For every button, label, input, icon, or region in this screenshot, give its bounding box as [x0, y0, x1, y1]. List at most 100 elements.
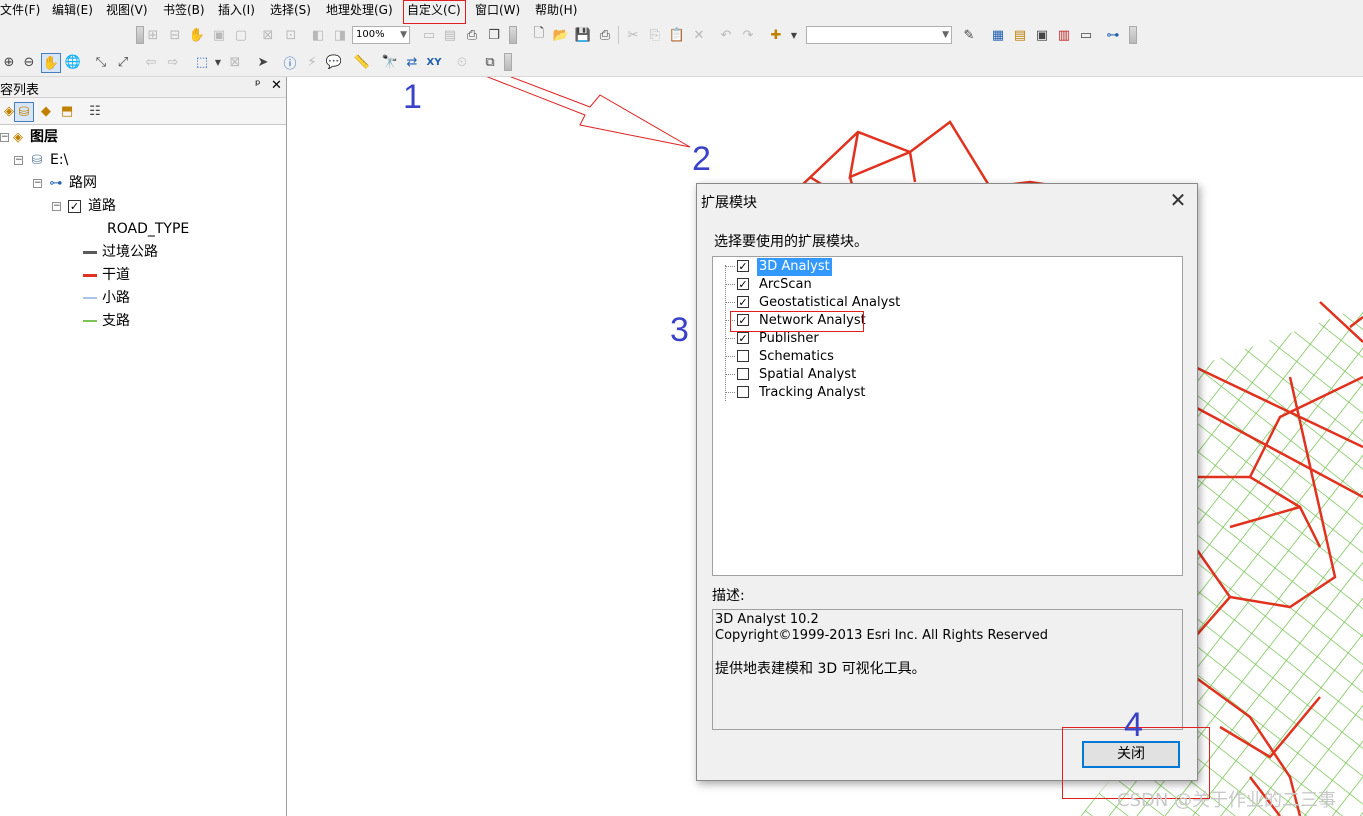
- paste-icon[interactable]: 📋: [668, 26, 686, 44]
- zoom-out-fixed-icon[interactable]: ⊟: [166, 26, 184, 44]
- layer-visibility-checkbox[interactable]: ✓: [68, 200, 81, 213]
- toc-layer-roads[interactable]: 道路: [88, 197, 116, 215]
- focus-frame-icon[interactable]: ▤: [441, 26, 459, 44]
- extension-row-tracking-analyst[interactable]: Tracking Analyst: [713, 384, 1013, 402]
- menu-file[interactable]: 文件(F): [0, 2, 40, 19]
- find-icon[interactable]: 🔭: [381, 53, 399, 71]
- go-back-icon[interactable]: ⇦: [142, 53, 160, 71]
- close-icon[interactable]: ✕: [271, 78, 282, 93]
- zoom-in-icon[interactable]: ⊕: [0, 53, 18, 71]
- delete-icon[interactable]: ✕: [690, 26, 708, 44]
- fixed-zoom-out-map-icon[interactable]: ⤢: [114, 53, 132, 71]
- pan-page-icon[interactable]: ✋: [188, 26, 206, 44]
- toc-root-layers[interactable]: 图层: [30, 128, 58, 146]
- extension-checkbox[interactable]: [737, 350, 749, 362]
- pan-icon[interactable]: ✋: [41, 53, 61, 73]
- toc-workspace[interactable]: E:\: [50, 151, 68, 169]
- print-icon[interactable]: ⎙: [596, 26, 614, 44]
- open-folder-icon[interactable]: 📂: [552, 26, 570, 44]
- toggle-draft-icon[interactable]: ▭: [420, 26, 438, 44]
- hyperlink-icon[interactable]: ⚡: [303, 53, 321, 71]
- copy-icon[interactable]: ⎘: [646, 26, 664, 44]
- collapse-icon[interactable]: −: [14, 156, 23, 165]
- zoom-whole-page-icon[interactable]: ▣: [210, 26, 228, 44]
- collapse-icon[interactable]: −: [0, 133, 9, 142]
- legend-label[interactable]: 过境公路: [102, 243, 158, 261]
- undo-icon[interactable]: ↶: [717, 26, 735, 44]
- clear-selection-icon[interactable]: ⊠: [226, 53, 244, 71]
- menu-help[interactable]: 帮助(H): [535, 2, 577, 19]
- cut-icon[interactable]: ✂: [624, 26, 642, 44]
- save-icon[interactable]: 💾: [574, 26, 592, 44]
- toc-dataset[interactable]: 路网: [69, 174, 97, 192]
- create-viewer-window-icon[interactable]: ⧉: [481, 53, 499, 71]
- editor-toolbar-icon[interactable]: ✎: [960, 26, 978, 44]
- new-document-icon[interactable]: 🗋: [530, 26, 548, 44]
- measure-icon[interactable]: 📏: [353, 53, 371, 71]
- catalog-window-icon[interactable]: ▤: [1011, 26, 1029, 44]
- menu-bookmarks[interactable]: 书签(B): [163, 2, 205, 19]
- search-window-icon[interactable]: ▣: [1033, 26, 1051, 44]
- extension-checkbox[interactable]: ✓: [737, 296, 749, 308]
- extension-checkbox[interactable]: ✓: [737, 260, 749, 272]
- data-driven-pages-icon[interactable]: ❐: [485, 26, 503, 44]
- collapse-icon[interactable]: −: [52, 202, 61, 211]
- identify-icon[interactable]: ⓘ: [281, 53, 299, 72]
- toc-window-icon[interactable]: ▦: [989, 26, 1007, 44]
- find-route-icon[interactable]: ⇄: [403, 53, 421, 71]
- extensions-list[interactable]: ✓ 3D Analyst ✓ ArcScan ✓ Geostatistical …: [712, 256, 1183, 576]
- forward-extent-icon[interactable]: ◨: [331, 26, 349, 44]
- redo-icon[interactable]: ↷: [739, 26, 757, 44]
- menu-selection[interactable]: 选择(S): [270, 2, 311, 19]
- extension-checkbox[interactable]: [737, 368, 749, 380]
- menu-insert[interactable]: 插入(I): [218, 2, 255, 19]
- go-to-xy-icon[interactable]: XY: [425, 53, 443, 71]
- html-popup-icon[interactable]: 💬: [325, 53, 343, 71]
- list-by-selection-icon[interactable]: ⬒: [58, 102, 76, 120]
- chevron-down-icon[interactable]: ▼: [785, 26, 803, 44]
- fixed-zoom-in-map-icon[interactable]: ⤡: [92, 53, 110, 71]
- menu-view[interactable]: 视图(V): [106, 2, 148, 19]
- add-data-icon[interactable]: ✚: [767, 26, 785, 44]
- extension-checkbox[interactable]: ✓: [737, 278, 749, 290]
- scale-combo[interactable]: ▼: [806, 26, 952, 44]
- full-extent-icon[interactable]: 🌐: [64, 53, 82, 71]
- modelbuilder-icon[interactable]: ⊶: [1104, 26, 1122, 44]
- python-window-icon[interactable]: ▭: [1077, 26, 1095, 44]
- go-forward-icon[interactable]: ⇨: [164, 53, 182, 71]
- extension-row-3d-analyst[interactable]: ✓ 3D Analyst: [713, 258, 1013, 276]
- extension-row-schematics[interactable]: Schematics: [713, 348, 1013, 366]
- zoom-in-fixed-icon[interactable]: ⊞: [144, 26, 162, 44]
- chevron-down-icon[interactable]: ▼: [209, 53, 227, 71]
- menu-window[interactable]: 窗口(W): [475, 2, 520, 19]
- options-icon[interactable]: ☷: [86, 102, 104, 120]
- select-elements-icon[interactable]: ➤: [254, 53, 272, 71]
- extension-checkbox[interactable]: [737, 386, 749, 398]
- toolbar-grip[interactable]: [1129, 26, 1137, 44]
- legend-label[interactable]: 干道: [102, 266, 130, 284]
- fixed-zoom-in-icon[interactable]: ⊠: [259, 26, 277, 44]
- list-by-visibility-icon[interactable]: ◆: [37, 102, 55, 120]
- toolbar-grip[interactable]: [509, 26, 517, 44]
- close-icon[interactable]: ✕: [1163, 186, 1193, 214]
- zoom-out-icon[interactable]: ⊖: [20, 53, 38, 71]
- legend-label[interactable]: 小路: [102, 289, 130, 307]
- time-slider-icon[interactable]: ⏲: [453, 53, 471, 71]
- legend-label[interactable]: 支路: [102, 312, 130, 330]
- extension-row-geostatistical-analyst[interactable]: ✓ Geostatistical Analyst: [713, 294, 1013, 312]
- extension-row-publisher[interactable]: ✓ Publisher: [713, 330, 1013, 348]
- toolbar-grip[interactable]: [504, 53, 512, 71]
- zoom-100-icon[interactable]: ▢: [232, 26, 250, 44]
- toolbar-grip[interactable]: [136, 26, 144, 44]
- menu-edit[interactable]: 编辑(E): [52, 2, 93, 19]
- menu-geoprocessing[interactable]: 地理处理(G): [326, 2, 393, 19]
- collapse-icon[interactable]: −: [33, 179, 42, 188]
- arctoolbox-icon[interactable]: ▥: [1055, 26, 1073, 44]
- extension-row-spatial-analyst[interactable]: Spatial Analyst: [713, 366, 1013, 384]
- extension-row-arcscan[interactable]: ✓ ArcScan: [713, 276, 1013, 294]
- change-layout-icon[interactable]: ⎙: [463, 26, 481, 44]
- zoom-combo[interactable]: 100% ▼: [352, 26, 410, 44]
- list-by-source-icon[interactable]: ⛁: [14, 102, 34, 122]
- extension-checkbox[interactable]: ✓: [737, 332, 749, 344]
- back-extent-icon[interactable]: ◧: [309, 26, 327, 44]
